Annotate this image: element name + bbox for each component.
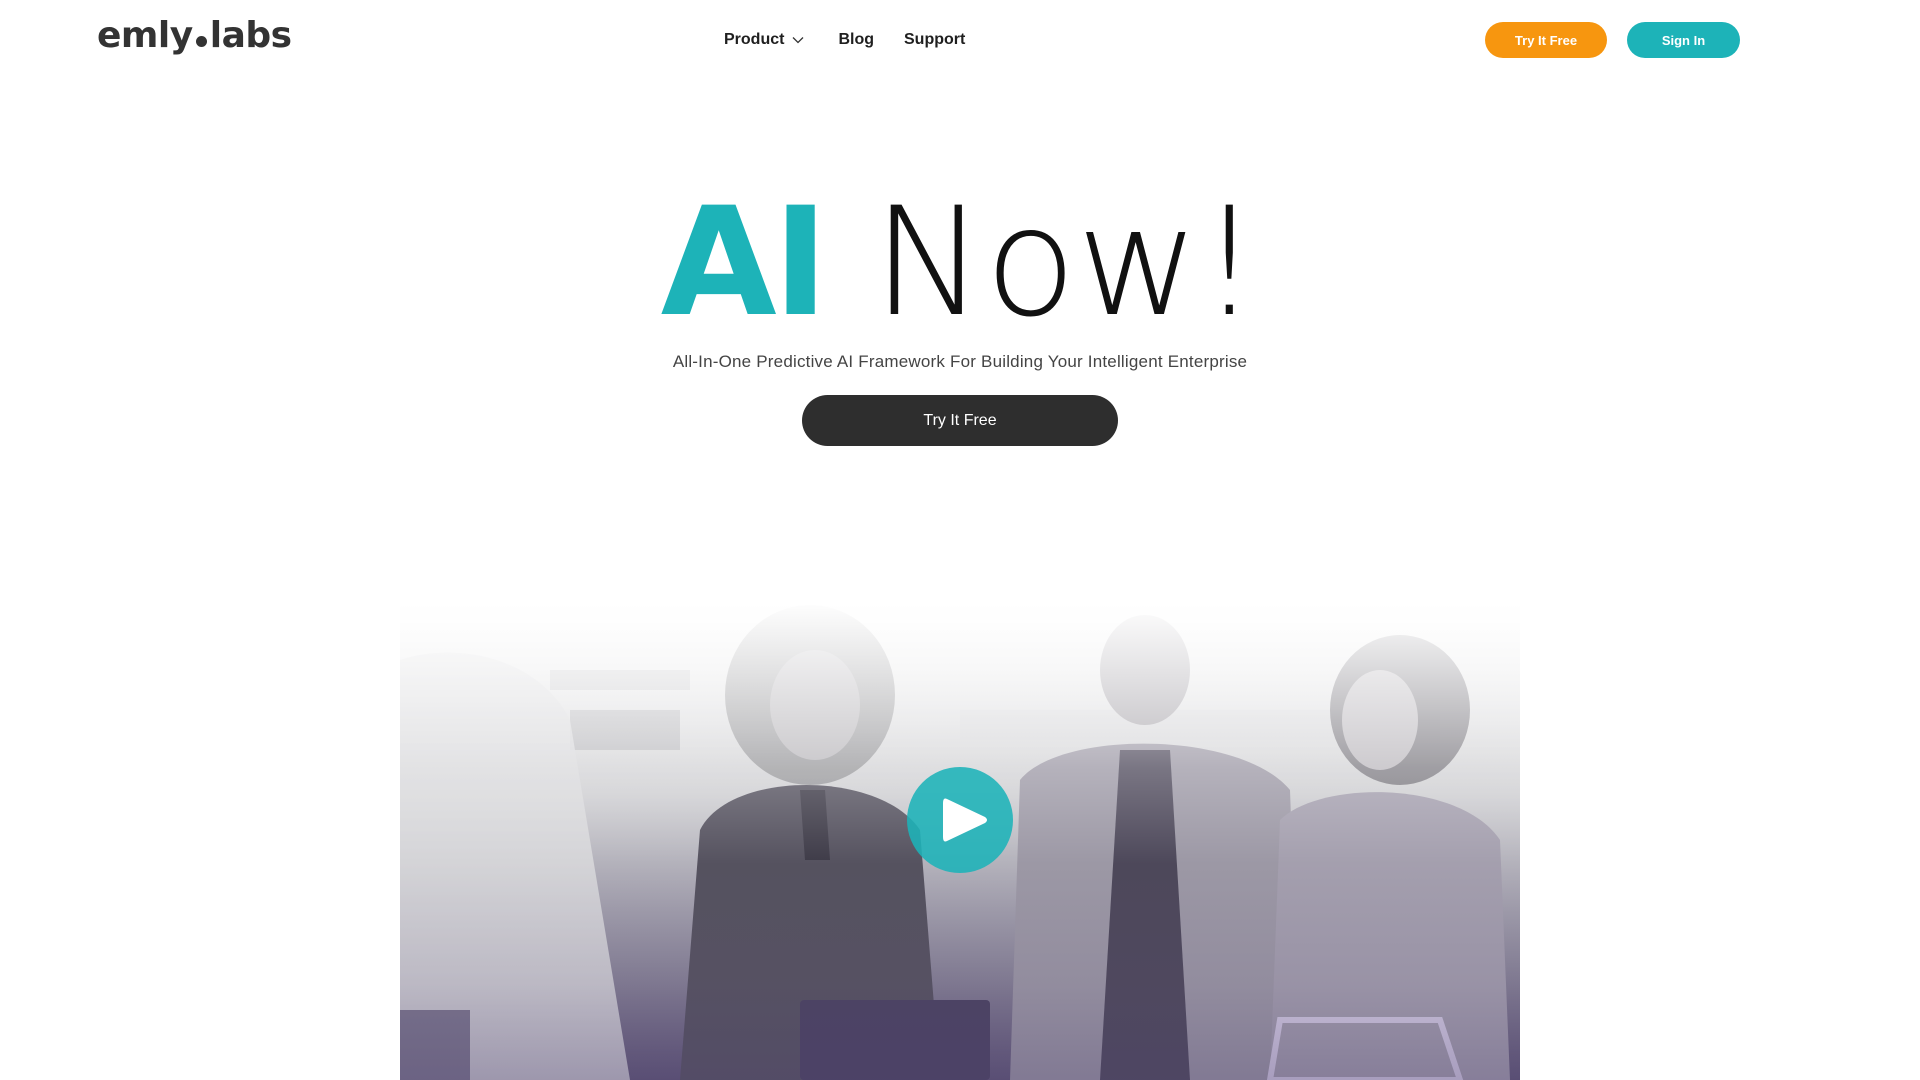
nav-item-blog[interactable]: Blog [838, 28, 874, 52]
logo[interactable]: emly labs [97, 14, 292, 58]
header-try-free-button[interactable]: Try It Free [1485, 22, 1607, 58]
play-icon [943, 798, 987, 842]
nav-item-label: Blog [838, 31, 874, 48]
logo-dot-icon [195, 36, 207, 47]
nav-item-support[interactable]: Support [904, 28, 965, 52]
hero-try-free-button[interactable]: Try It Free [802, 395, 1118, 446]
site-header: emly labs Product Blog Support Try It Fr… [0, 0, 1920, 80]
logo-text-left: emly [97, 15, 193, 56]
nav-item-label: Product [724, 31, 785, 48]
play-button[interactable] [907, 767, 1013, 873]
nav-item-label: Support [904, 31, 966, 48]
hero-title-accent: AI [660, 176, 829, 350]
sign-in-button[interactable]: Sign In [1627, 22, 1740, 58]
logo-text-right: labs [209, 15, 292, 56]
hero-title-rest: Now! [872, 176, 1260, 350]
hero-subtitle: All-In-One Predictive AI Framework For B… [672, 352, 1248, 371]
hero-title: AI Now! [0, 178, 1920, 348]
video-player[interactable] [400, 600, 1520, 1080]
chevron-down-icon [792, 37, 804, 44]
main-nav: Product Blog Support [724, 28, 965, 52]
nav-item-product[interactable]: Product [724, 28, 804, 52]
